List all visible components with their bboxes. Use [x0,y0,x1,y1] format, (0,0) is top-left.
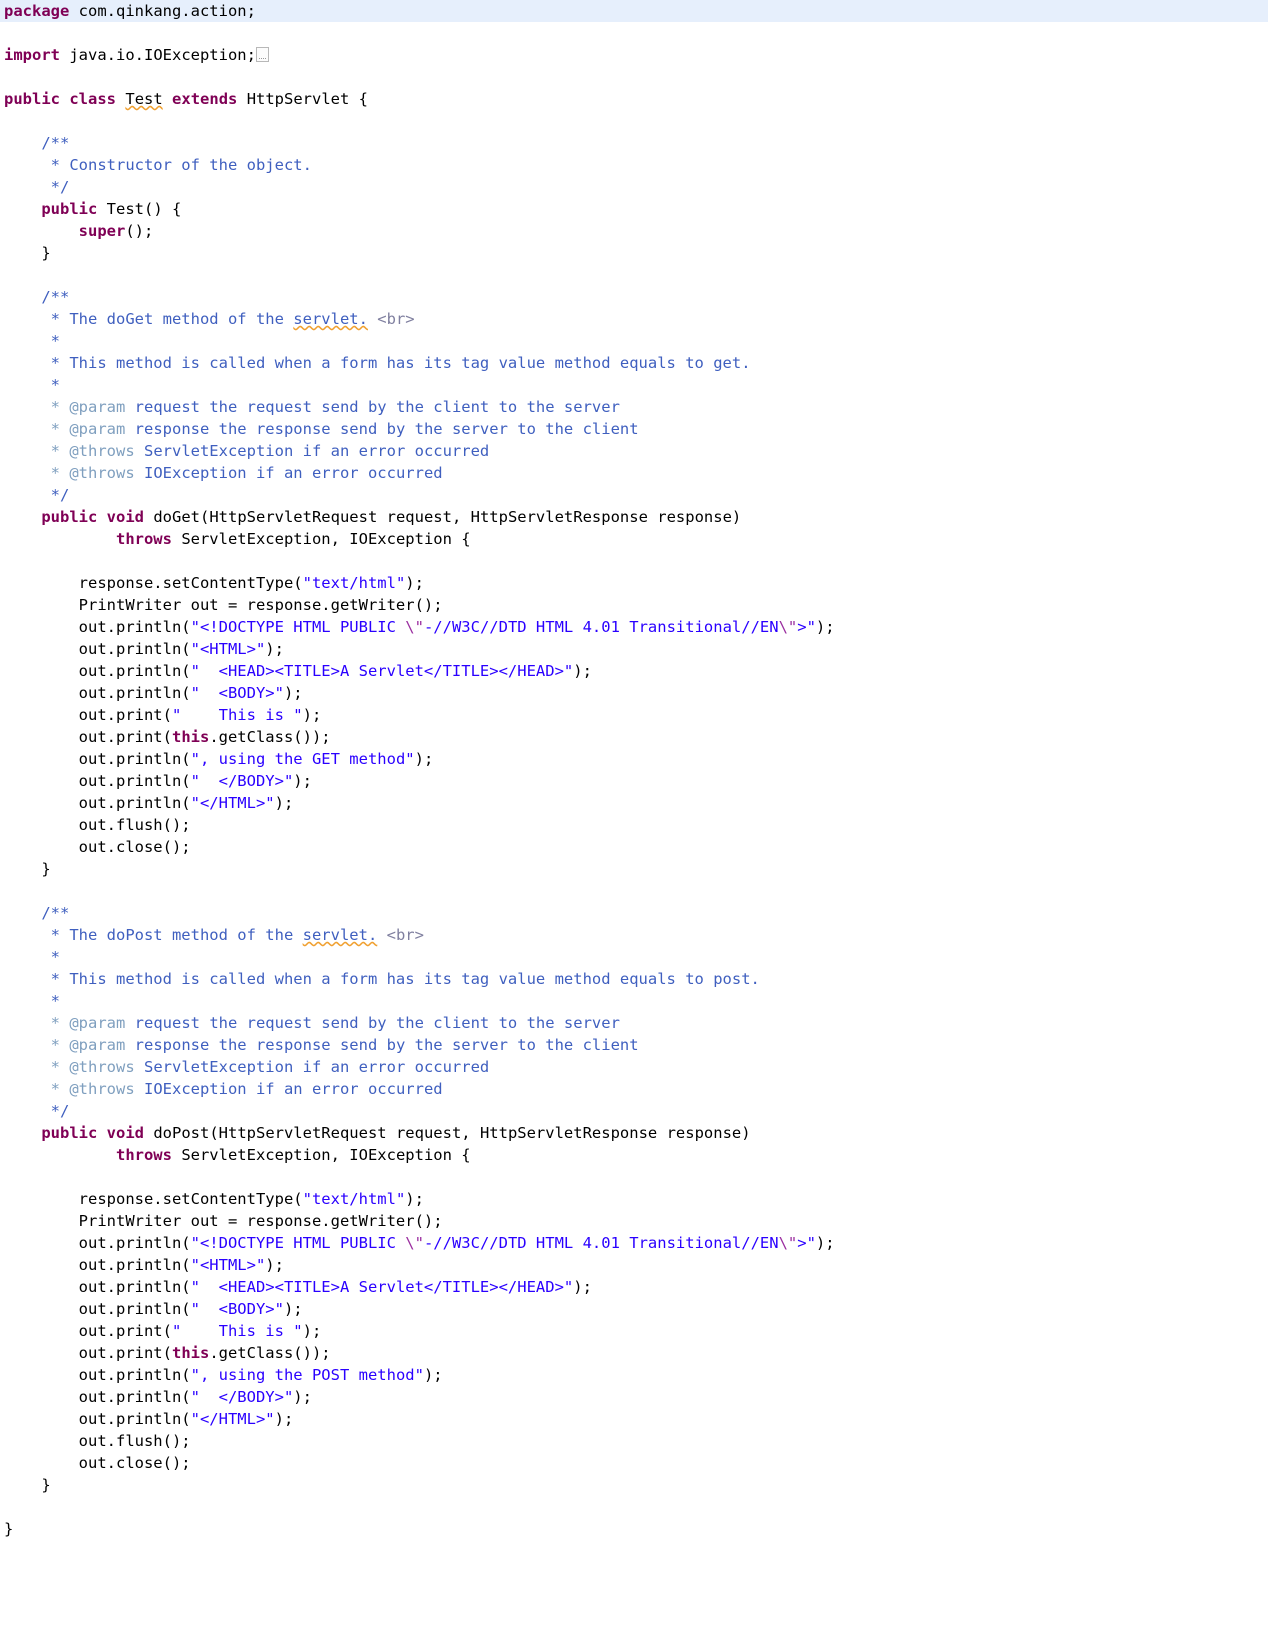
code-line-class-declaration: public class Test extends HttpServlet { [0,88,1268,110]
code-line-setcontenttype: response.setContentType("text/html"); [4,1190,424,1208]
escape-sequence: \" [405,1234,424,1252]
code-line-close: out.close(); [4,1454,191,1472]
code-line-javadoc-throws: * @throws ServletException if an error o… [4,1058,490,1076]
collapsed-code-box-icon[interactable] [255,47,269,62]
code-line-javadoc-param: * @param response the response send by t… [4,420,639,438]
code-editor-pane[interactable]: package com.qinkang.action; import java.… [0,0,1268,1632]
code-line-javadoc-param: * @param request the request send by the… [4,1014,620,1032]
javadoc-tag-throws: * @throws [4,1058,135,1076]
superclass-name: HttpServlet { [237,90,369,108]
code-line-head: out.println(" <HEAD><TITLE>A Servlet</TI… [4,1278,592,1296]
javadoc-tag-param: * @param [4,398,126,416]
code-line-this-is: out.print(" This is "); [4,1322,322,1340]
javadoc-br-tag: <br> [377,926,424,944]
javadoc-tag-throws: * @throws [4,464,135,482]
code-line-comment: /** [4,904,70,922]
code-line-comment: * Constructor of the object. [4,156,312,174]
javadoc-br-tag: <br> [367,310,415,328]
code-line-comment: * This method is called when a form has … [4,970,760,988]
code-line-comment: * The doPost method of the servlet. <br> [4,926,424,944]
code-line-import: import java.io.IOException; [0,44,1268,66]
code-line-javadoc-throws: * @throws IOException if an error occurr… [4,464,443,482]
code-line-doget-signature: public void doGet(HttpServletRequest req… [4,508,742,526]
code-line-body-open: out.println(" <BODY>"); [4,1300,303,1318]
misspelled-word-servlet: servlet. [293,310,368,328]
code-line-head: out.println(" <HEAD><TITLE>A Servlet</TI… [4,662,592,680]
code-line-comment: * [4,948,60,966]
code-line-dopost-throws: throws ServletException, IOException { [4,1146,471,1164]
code-line-html-close: out.println("</HTML>"); [4,794,294,812]
escape-sequence: \" [405,618,424,636]
code-line-javadoc-param: * @param request the request send by the… [4,398,620,416]
code-line-doctype: out.println("<!DOCTYPE HTML PUBLIC \"-//… [4,618,835,636]
javadoc-tag-param: * @param [4,420,126,438]
code-line-get-method: out.println(", using the GET method"); [4,750,434,768]
keyword-import: import [4,46,60,64]
code-line-flush: out.flush(); [4,1432,191,1450]
code-line-dopost-signature: public void doPost(HttpServletRequest re… [4,1124,751,1142]
code-line-comment: * [4,992,60,1010]
misspelled-word-servlet: servlet. [302,926,378,944]
class-name-Test: Test [125,90,163,108]
keyword-this: this [171,1344,210,1362]
code-line-brace-close: } [4,244,51,262]
keyword-package: package [4,2,70,20]
code-line-class-brace-close: } [4,1520,14,1538]
code-line-comment: */ [4,486,70,504]
code-line-constructor-signature: public Test() { [4,200,182,218]
code-line-close: out.close(); [4,838,191,856]
code-line-flush: out.flush(); [4,816,191,834]
code-line-post-method: out.println(", using the POST method"); [4,1366,443,1384]
keyword-class: class [69,90,117,108]
javadoc-tag-throws: * @throws [4,1080,135,1098]
code-line-printwriter: PrintWriter out = response.getWriter(); [4,1212,443,1230]
keyword-public: public [4,90,60,108]
code-line-javadoc-throws: * @throws IOException if an error occurr… [4,1080,443,1098]
code-line-comment: * [4,332,60,350]
code-line-comment: * This method is called when a form has … [4,354,751,372]
javadoc-tag-param: * @param [4,1014,126,1032]
keyword-extends: extends [172,90,238,108]
code-line-comment: */ [4,178,70,196]
code-line-super-call: super(); [4,222,154,240]
import-name: java.io.IOException; [60,46,256,64]
package-name: com.qinkang.action; [69,2,256,20]
code-line-html-open: out.println("<HTML>"); [4,1256,284,1274]
keyword-this: this [171,728,210,746]
code-line-comment: /** [4,288,70,306]
code-line-body-open: out.println(" <BODY>"); [4,684,303,702]
code-line-doctype: out.println("<!DOCTYPE HTML PUBLIC \"-//… [4,1234,835,1252]
code-line-body-close: out.println(" </BODY>"); [4,772,312,790]
code-line-comment: /** [4,134,70,152]
code-line-getclass: out.print(this.getClass()); [4,728,331,746]
code-line-html-open: out.println("<HTML>"); [4,640,284,658]
code-line-package: package com.qinkang.action; [0,0,1268,22]
javadoc-tag-param: * @param [4,1036,126,1054]
escape-sequence: \" [778,618,798,636]
code-line-html-close: out.println("</HTML>"); [4,1410,294,1428]
code-line-getclass: out.print(this.getClass()); [4,1344,331,1362]
code-line-comment: * The doGet method of the servlet. <br> [4,310,415,328]
code-line-comment: */ [4,1102,70,1120]
javadoc-tag-throws: * @throws [4,442,135,460]
escape-sequence: \" [778,1234,798,1252]
code-line-comment: * [4,376,60,394]
code-line-doget-throws: throws ServletException, IOException { [4,530,471,548]
code-line-body-close: out.println(" </BODY>"); [4,1388,312,1406]
code-line-javadoc-throws: * @throws ServletException if an error o… [4,442,490,460]
code-line-printwriter: PrintWriter out = response.getWriter(); [4,596,443,614]
code-line-brace-close: } [4,860,51,878]
code-line-this-is: out.print(" This is "); [4,706,322,724]
code-line-javadoc-param: * @param response the response send by t… [4,1036,639,1054]
code-line-brace-close: } [4,1476,51,1494]
code-line-setcontenttype: response.setContentType("text/html"); [4,574,424,592]
